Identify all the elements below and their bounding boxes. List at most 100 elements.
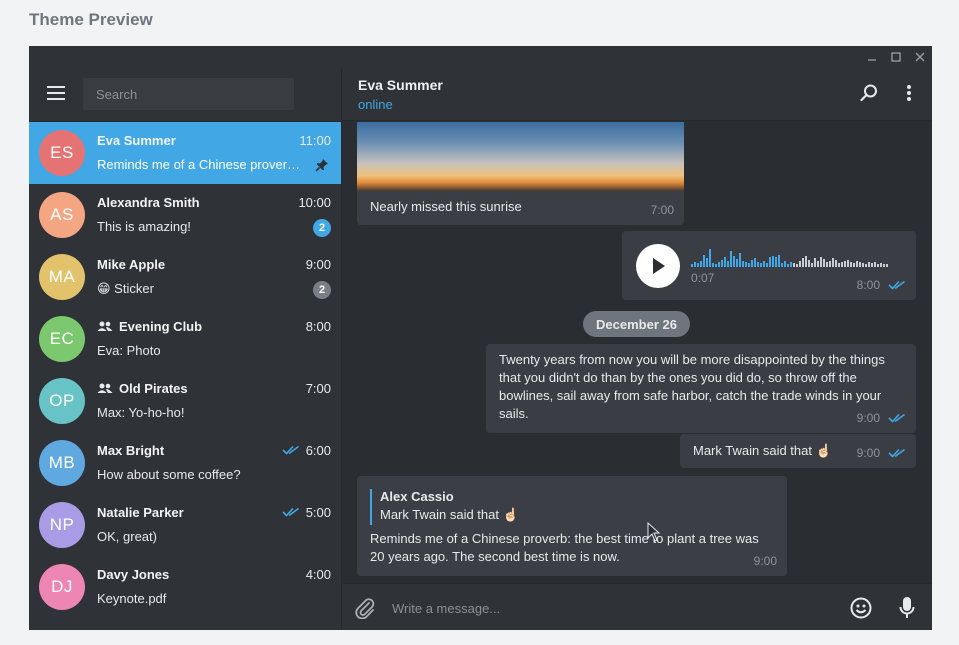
chat-item[interactable]: ES Eva Summer 11:00 Reminds me of a Chinese… <box>29 122 341 184</box>
waveform-bar <box>760 263 762 267</box>
waveform-bar <box>787 264 789 267</box>
waveform-bar <box>817 261 819 267</box>
waveform-bar <box>721 260 723 267</box>
emoji-icon[interactable] <box>850 597 872 624</box>
close-icon[interactable] <box>908 46 932 68</box>
waveform-bar <box>718 262 720 267</box>
search-icon[interactable] <box>860 84 878 107</box>
peer-name[interactable]: Eva Summer <box>358 77 443 93</box>
chat-name: Mike Apple <box>97 257 165 272</box>
chat-item[interactable]: EC Evening Club 8:00 Eva: Photo <box>29 308 341 370</box>
chat-name-text: Mike Apple <box>97 257 166 272</box>
chat-preview: Keynote.pdf <box>97 591 167 606</box>
chat-time: 5:00 <box>282 505 331 520</box>
chat-preview: 😁 Sticker <box>97 281 154 296</box>
waveform-bar <box>850 262 852 267</box>
outgoing-message[interactable]: Twenty years from now you will be more d… <box>486 344 916 433</box>
chat-item[interactable]: MA Mike Apple 9:00 😁 Sticker 2 <box>29 246 341 308</box>
waveform-bar <box>796 264 798 267</box>
photo-caption: Nearly missed this sunrise <box>370 199 522 214</box>
chat-item[interactable]: NP Natalie Parker 5:00 OK, great) <box>29 494 341 556</box>
voice-waveform[interactable] <box>691 245 891 267</box>
waveform-bar <box>754 258 756 267</box>
waveform-bar <box>724 257 726 267</box>
incoming-reply-message[interactable]: Alex Cassio Mark Twain said that ☝🏻 Remi… <box>357 476 787 576</box>
waveform-bar <box>736 259 738 267</box>
chat-time-text: 10:00 <box>298 195 331 210</box>
waveform-bar <box>829 261 831 267</box>
maximize-icon[interactable] <box>884 46 908 68</box>
reply-author[interactable]: Alex Cassio <box>380 488 454 506</box>
chat-item[interactable]: MB Max Bright 6:00 How about some coffee? <box>29 432 341 494</box>
chat-time-text: 4:00 <box>305 567 331 582</box>
chat-time-text: 6:00 <box>305 443 331 458</box>
chat-preview: Max: Yo-ho-ho! <box>97 405 185 420</box>
outgoing-message[interactable]: Mark Twain said that ☝🏻 9:00 <box>680 434 916 468</box>
play-icon <box>653 258 665 274</box>
double-check-icon <box>282 443 300 458</box>
conversation-header: Eva Summer online <box>342 46 932 121</box>
message-text: Twenty years from now you will be more d… <box>499 352 885 421</box>
chat-time-text: 8:00 <box>305 319 331 334</box>
chat-name-text: Natalie Parker <box>97 505 184 520</box>
message-time: 7:00 <box>651 201 674 219</box>
waveform-bar <box>742 261 744 267</box>
waveform-bar <box>739 253 741 267</box>
waveform-bar <box>799 261 801 267</box>
waveform-bar <box>862 263 864 267</box>
waveform-bar <box>748 263 750 267</box>
chat-name-text: Old Pirates <box>119 381 188 396</box>
time-text: 9:00 <box>856 446 880 460</box>
attach-icon[interactable] <box>354 597 376 624</box>
message-time: 9:00 <box>857 409 906 427</box>
more-vertical-icon[interactable] <box>906 84 912 107</box>
message-list: Nearly missed this sunrise 7:00 0:07 8:0… <box>342 122 932 583</box>
double-check-icon <box>888 413 905 423</box>
avatar: MA <box>39 254 85 300</box>
chat-item[interactable]: DJ Davy Jones 4:00 Keynote.pdf <box>29 556 341 618</box>
chat-item[interactable]: AS Alexandra Smith 10:00 This is amazing! 2 <box>29 184 341 246</box>
chat-time-text: 11:00 <box>299 133 331 148</box>
chat-name: Max Bright <box>97 443 164 458</box>
photo-message[interactable]: Nearly missed this sunrise 7:00 <box>357 122 684 225</box>
time-text: 7:00 <box>650 203 674 217</box>
chat-preview: Eva: Photo <box>97 343 161 358</box>
hamburger-menu-icon[interactable] <box>47 86 65 100</box>
sunrise-photo[interactable] <box>357 122 684 191</box>
time-text: 9:00 <box>753 554 777 568</box>
chat-item[interactable]: OP Old Pirates 7:00 Max: Yo-ho-ho! <box>29 370 341 432</box>
waveform-bar <box>706 258 708 267</box>
waveform-bar <box>880 263 882 267</box>
chat-time-text: 5:00 <box>305 505 331 520</box>
avatar: DJ <box>39 564 85 610</box>
waveform-bar <box>784 261 786 267</box>
chat-name: Alexandra Smith <box>97 195 200 210</box>
waveform-bar <box>856 261 858 267</box>
waveform-bar <box>769 257 771 267</box>
chat-preview: This is amazing! <box>97 219 191 234</box>
peer-status: online <box>358 97 393 112</box>
message-composer <box>342 583 932 630</box>
waveform-bar <box>772 256 774 267</box>
avatar: ES <box>39 130 85 176</box>
minimize-icon[interactable] <box>860 46 884 68</box>
telegram-window: ES Eva Summer 11:00 Reminds me of a Chinese… <box>29 46 932 630</box>
waveform-bar <box>790 262 792 267</box>
double-check-icon <box>282 505 300 520</box>
message-input[interactable] <box>392 595 822 621</box>
message-text: Mark Twain said that ☝🏻 <box>693 443 832 458</box>
time-text: 8:00 <box>856 278 880 292</box>
waveform-bar <box>802 258 804 267</box>
play-button[interactable] <box>636 244 680 288</box>
waveform-bar <box>727 261 729 267</box>
unread-badge: 2 <box>313 281 331 299</box>
waveform-bar <box>775 257 777 267</box>
microphone-icon[interactable] <box>899 596 915 625</box>
chat-preview: OK, great) <box>97 529 157 544</box>
waveform-bar <box>886 264 888 267</box>
search-input[interactable] <box>83 78 294 110</box>
chat-preview: How about some coffee? <box>97 467 241 482</box>
reply-quote: Mark Twain said that ☝🏻 <box>380 507 519 522</box>
voice-duration: 0:07 <box>691 271 715 285</box>
double-check-icon <box>888 448 905 458</box>
